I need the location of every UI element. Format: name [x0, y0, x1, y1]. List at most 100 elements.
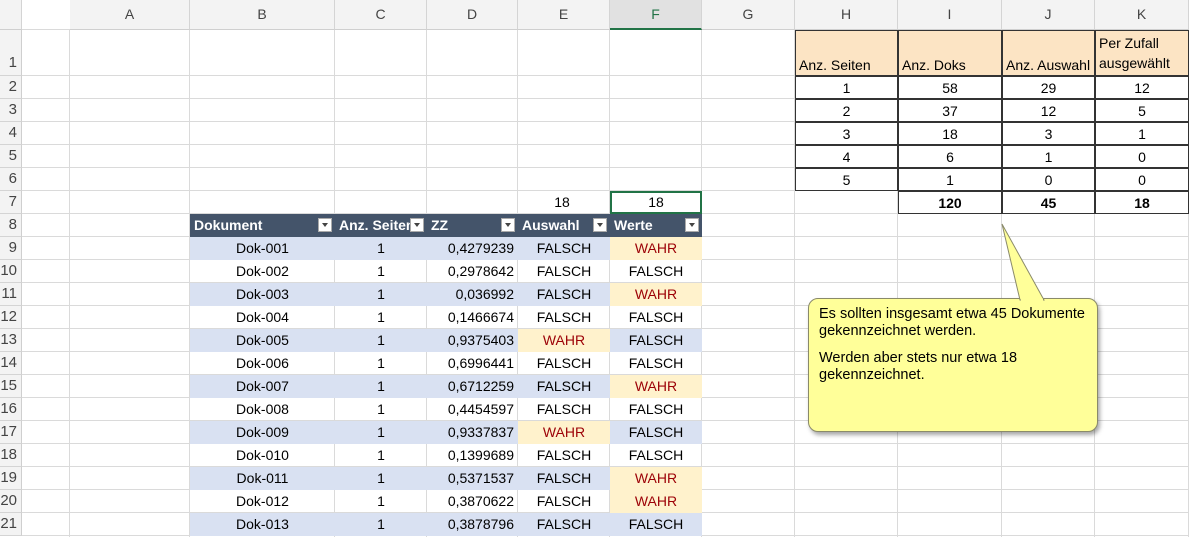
row-header-18[interactable]: 18	[0, 444, 22, 467]
summary-cell[interactable]: 29	[1002, 76, 1095, 99]
cell-zz[interactable]: 0,3878796	[427, 513, 518, 536]
filter-dropdown-icon[interactable]	[593, 218, 607, 232]
cell-anz-seiten[interactable]: 1	[335, 260, 427, 283]
cell-werte[interactable]: WAHR	[610, 375, 702, 398]
cell-dokument[interactable]: Dok-009	[190, 421, 335, 444]
cell-auswahl[interactable]: FALSCH	[518, 513, 610, 536]
row-header-19[interactable]: 19	[0, 467, 22, 490]
row-header-20[interactable]: 20	[0, 490, 22, 513]
cell-dokument[interactable]: Dok-003	[190, 283, 335, 306]
cell-zz[interactable]: 0,9337837	[427, 421, 518, 444]
cell-auswahl[interactable]: FALSCH	[518, 306, 610, 329]
row-header-17[interactable]: 17	[0, 421, 22, 444]
row-header-9[interactable]: 9	[0, 237, 22, 260]
cell-auswahl[interactable]: FALSCH	[518, 237, 610, 260]
column-header-j[interactable]: J	[1002, 0, 1095, 30]
cell-dokument[interactable]: Dok-013	[190, 513, 335, 536]
summary-cell[interactable]: 1	[1002, 145, 1095, 168]
summary-cell[interactable]: 0	[1002, 168, 1095, 191]
row-header-11[interactable]: 11	[0, 283, 22, 306]
row-header-21[interactable]: 21	[0, 513, 22, 536]
cell-auswahl[interactable]: FALSCH	[518, 260, 610, 283]
row-header-1[interactable]: 1	[0, 30, 22, 76]
column-header-b[interactable]: B	[190, 0, 335, 30]
filter-dropdown-icon[interactable]	[685, 218, 699, 232]
cell-anz-seiten[interactable]: 1	[335, 398, 427, 421]
summary-cell[interactable]: 1	[898, 168, 1002, 191]
cell-e7[interactable]: 18	[518, 191, 610, 214]
cell-werte[interactable]: WAHR	[610, 237, 702, 260]
summary-header-2[interactable]: Anz. Doks	[898, 30, 1002, 76]
cell-zz[interactable]: 0,4454597	[427, 398, 518, 421]
row-header-7[interactable]: 7	[0, 191, 22, 214]
cell-auswahl[interactable]: WAHR	[518, 421, 610, 444]
summary-cell[interactable]: 18	[898, 122, 1002, 145]
cell-werte[interactable]: FALSCH	[610, 306, 702, 329]
summary-header-1[interactable]: Anz. Seiten	[795, 30, 898, 76]
summary-cell[interactable]: 5	[1095, 99, 1189, 122]
cell-dokument[interactable]: Dok-005	[190, 329, 335, 352]
summary-cell[interactable]: 4	[795, 145, 898, 168]
summary-cell[interactable]: 12	[1095, 76, 1189, 99]
cell-werte[interactable]: FALSCH	[610, 260, 702, 283]
summary-cell[interactable]: 12	[1002, 99, 1095, 122]
summary-cell[interactable]: 1	[795, 76, 898, 99]
summary-total[interactable]: 120	[898, 191, 1002, 214]
summary-cell[interactable]: 6	[898, 145, 1002, 168]
row-header-13[interactable]: 13	[0, 329, 22, 352]
select-all-corner[interactable]	[0, 0, 22, 30]
column-header-k[interactable]: K	[1095, 0, 1189, 30]
column-header-c[interactable]: C	[335, 0, 427, 30]
cell-werte[interactable]: WAHR	[610, 490, 702, 513]
cell-auswahl[interactable]: FALSCH	[518, 490, 610, 513]
cell-anz-seiten[interactable]: 1	[335, 283, 427, 306]
row-header-2[interactable]: 2	[0, 76, 22, 99]
cell-dokument[interactable]: Dok-012	[190, 490, 335, 513]
column-header-h[interactable]: H	[795, 0, 898, 30]
cell-auswahl[interactable]: FALSCH	[518, 375, 610, 398]
cell-zz[interactable]: 0,2978642	[427, 260, 518, 283]
row-header-10[interactable]: 10	[0, 260, 22, 283]
cell-anz-seiten[interactable]: 1	[335, 329, 427, 352]
column-header-d[interactable]: D	[427, 0, 518, 30]
cell-dokument[interactable]: Dok-001	[190, 237, 335, 260]
cell-dokument[interactable]: Dok-007	[190, 375, 335, 398]
cell-anz-seiten[interactable]: 1	[335, 421, 427, 444]
cell-dokument[interactable]: Dok-011	[190, 467, 335, 490]
cell-dokument[interactable]: Dok-006	[190, 352, 335, 375]
summary-cell[interactable]: 3	[795, 122, 898, 145]
summary-total[interactable]: 18	[1095, 191, 1189, 214]
cell-werte[interactable]: WAHR	[610, 283, 702, 306]
cell-dokument[interactable]: Dok-010	[190, 444, 335, 467]
cell-dokument[interactable]: Dok-002	[190, 260, 335, 283]
row-header-3[interactable]: 3	[0, 99, 22, 122]
cell-anz-seiten[interactable]: 1	[335, 513, 427, 536]
row-header-4[interactable]: 4	[0, 122, 22, 145]
cell-auswahl[interactable]: FALSCH	[518, 444, 610, 467]
summary-cell[interactable]: 3	[1002, 122, 1095, 145]
cell-anz-seiten[interactable]: 1	[335, 467, 427, 490]
summary-header-4[interactable]: Per Zufall ausgewählt	[1095, 30, 1189, 76]
row-header-15[interactable]: 15	[0, 375, 22, 398]
summary-cell[interactable]: 5	[795, 168, 898, 191]
summary-cell[interactable]: 0	[1095, 168, 1189, 191]
filter-dropdown-icon[interactable]	[318, 218, 332, 232]
summary-header-3[interactable]: Anz. Auswahl	[1002, 30, 1095, 76]
cell-zz[interactable]: 0,5371537	[427, 467, 518, 490]
summary-total[interactable]: 45	[1002, 191, 1095, 214]
cell-zz[interactable]: 0,6996441	[427, 352, 518, 375]
column-header-e[interactable]: E	[518, 0, 610, 30]
cell-werte[interactable]: FALSCH	[610, 421, 702, 444]
summary-cell[interactable]: 37	[898, 99, 1002, 122]
filter-dropdown-icon[interactable]	[410, 218, 424, 232]
cell-anz-seiten[interactable]: 1	[335, 237, 427, 260]
row-header-14[interactable]: 14	[0, 352, 22, 375]
summary-cell[interactable]: 58	[898, 76, 1002, 99]
row-header-12[interactable]: 12	[0, 306, 22, 329]
cell-auswahl[interactable]: WAHR	[518, 329, 610, 352]
cell-anz-seiten[interactable]: 1	[335, 352, 427, 375]
cell-werte[interactable]: FALSCH	[610, 444, 702, 467]
row-header-8[interactable]: 8	[0, 214, 22, 237]
cell-werte[interactable]: FALSCH	[610, 329, 702, 352]
cell-werte[interactable]: FALSCH	[610, 513, 702, 536]
